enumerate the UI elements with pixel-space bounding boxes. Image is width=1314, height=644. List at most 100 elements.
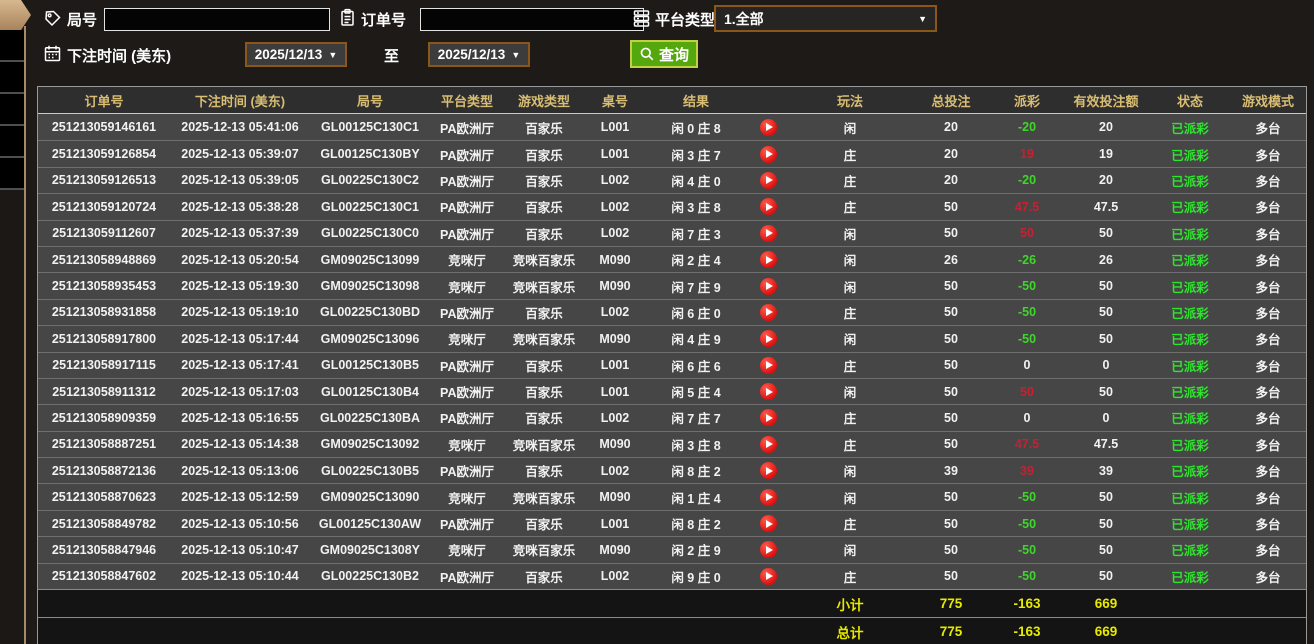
cell-order-number: 251213059120724 [38, 200, 170, 214]
grand-total-total-bet: 775 [910, 624, 992, 639]
cell-table-number: L001 [584, 385, 646, 399]
cell-game-type: 百家乐 [504, 408, 584, 427]
play-icon[interactable] [760, 330, 777, 347]
side-tab[interactable] [0, 94, 24, 126]
subtotal-valid-bet: 669 [1062, 596, 1150, 611]
date-to-select[interactable]: 2025/12/13 ▼ [428, 42, 530, 67]
cell-status: 已派彩 [1150, 567, 1230, 586]
cell-replay [746, 409, 790, 426]
side-tab[interactable] [0, 158, 24, 190]
cell-game-type: 竞咪百家乐 [504, 250, 584, 269]
side-tab[interactable] [0, 126, 24, 158]
cell-result: 闲 8 庄 2 [646, 461, 746, 480]
cell-game-mode: 多台 [1230, 145, 1306, 164]
play-icon[interactable] [760, 357, 777, 374]
play-icon[interactable] [760, 251, 777, 268]
play-icon[interactable] [760, 304, 777, 321]
cell-table-number: L001 [584, 358, 646, 372]
cell-game-type: 百家乐 [504, 197, 584, 216]
cell-round-number: GM09025C13099 [310, 253, 430, 267]
date-from-select[interactable]: 2025/12/13 ▼ [245, 42, 347, 67]
cell-payout: -20 [992, 120, 1062, 134]
chevron-down-icon: ▼ [918, 14, 927, 24]
cell-game-type: 百家乐 [504, 461, 584, 480]
search-button[interactable]: 查询 [630, 40, 698, 68]
cell-platform-type: PA欧洲厅 [430, 118, 504, 137]
play-icon[interactable] [760, 541, 777, 558]
play-icon[interactable] [760, 568, 777, 585]
table-header-row: 订单号下注时间 (美东)局号平台类型游戏类型桌号结果玩法总投注派彩有效投注额状态… [38, 87, 1306, 114]
play-icon[interactable] [760, 146, 777, 163]
cell-result: 闲 6 庄 0 [646, 303, 746, 322]
play-icon[interactable] [760, 515, 777, 532]
cell-platform-type: PA欧洲厅 [430, 171, 504, 190]
cell-payout: 50 [992, 385, 1062, 399]
cell-game-mode: 多台 [1230, 540, 1306, 559]
cell-table-number: L002 [584, 569, 646, 583]
cell-game-type: 百家乐 [504, 356, 584, 375]
subtotal-total-bet: 775 [910, 596, 992, 611]
play-icon[interactable] [760, 383, 777, 400]
cell-result: 闲 2 庄 9 [646, 540, 746, 559]
cell-bet-time: 2025-12-13 05:10:44 [170, 569, 310, 583]
column-header: 状态 [1150, 91, 1230, 110]
cell-replay [746, 119, 790, 136]
side-tab[interactable] [0, 30, 24, 62]
table-row: 251213058847602 2025-12-13 05:10:44 GL00… [38, 563, 1306, 589]
date-to-value: 2025/12/13 [438, 47, 506, 62]
play-icon[interactable] [760, 198, 777, 215]
play-icon[interactable] [760, 225, 777, 242]
table-row: 251213058909359 2025-12-13 05:16:55 GL00… [38, 404, 1306, 430]
column-header: 玩法 [790, 91, 910, 110]
cell-order-number: 251213058870623 [38, 490, 170, 504]
column-header: 桌号 [584, 91, 646, 110]
platform-type-select[interactable]: 1.全部 ▼ [714, 5, 937, 32]
cell-table-number: L001 [584, 147, 646, 161]
cell-round-number: GM09025C13092 [310, 437, 430, 451]
play-icon[interactable] [760, 278, 777, 295]
cell-status: 已派彩 [1150, 118, 1230, 137]
cell-total-bet: 50 [910, 305, 992, 319]
cell-replay [746, 198, 790, 215]
play-icon[interactable] [760, 172, 777, 189]
cell-result: 闲 7 庄 7 [646, 408, 746, 427]
cell-bet-time: 2025-12-13 05:17:44 [170, 332, 310, 346]
subtotal-payout: -163 [992, 596, 1062, 611]
panel-edge-divider [24, 26, 26, 644]
round-input[interactable] [104, 8, 330, 31]
cell-result: 闲 2 庄 4 [646, 250, 746, 269]
cell-round-number: GL00125C130BY [310, 147, 430, 161]
cell-bet-time: 2025-12-13 05:17:03 [170, 385, 310, 399]
cell-status: 已派彩 [1150, 171, 1230, 190]
play-icon[interactable] [760, 436, 777, 453]
cell-replay [746, 489, 790, 506]
play-icon[interactable] [760, 462, 777, 479]
cell-play-type: 庄 [790, 567, 910, 586]
bet-time-label: 下注时间 (美东) [67, 45, 171, 66]
cell-status: 已派彩 [1150, 514, 1230, 533]
cell-table-number: M090 [584, 490, 646, 504]
cell-payout: -20 [992, 173, 1062, 187]
cell-game-mode: 多台 [1230, 382, 1306, 401]
cell-game-mode: 多台 [1230, 277, 1306, 296]
cell-platform-type: PA欧洲厅 [430, 567, 504, 586]
table-row: 251213058917800 2025-12-13 05:17:44 GM09… [38, 325, 1306, 351]
cell-payout: 47.5 [992, 200, 1062, 214]
order-number-input[interactable] [420, 8, 644, 31]
cell-order-number: 251213059146161 [38, 120, 170, 134]
cell-play-type: 庄 [790, 514, 910, 533]
cell-game-type: 百家乐 [504, 171, 584, 190]
side-tab[interactable] [0, 62, 24, 94]
cell-round-number: GL00125C130AW [310, 517, 430, 531]
cell-result: 闲 4 庄 9 [646, 329, 746, 348]
subtotal-label: 小计 [790, 594, 910, 614]
cell-play-type: 庄 [790, 303, 910, 322]
play-icon[interactable] [760, 119, 777, 136]
table-row: 251213059126513 2025-12-13 05:39:05 GL00… [38, 167, 1306, 193]
cell-status: 已派彩 [1150, 277, 1230, 296]
cell-valid-bet: 47.5 [1062, 437, 1150, 451]
play-icon[interactable] [760, 489, 777, 506]
play-icon[interactable] [760, 409, 777, 426]
cell-platform-type: PA欧洲厅 [430, 408, 504, 427]
app-window: 局号 订单号 平台类型 1.全部 ▼ 下注时 [0, 0, 1314, 644]
